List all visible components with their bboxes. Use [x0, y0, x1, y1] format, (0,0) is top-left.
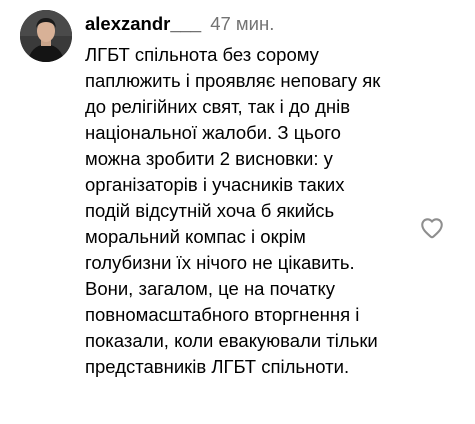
comment-text-line: Вони, загалом, це на початку: [85, 278, 336, 299]
timestamp[interactable]: 47 мин.: [210, 13, 274, 35]
comment-text-line: ЛГБТ спільнота без сорому: [85, 44, 319, 65]
avatar-photo: [20, 10, 72, 62]
comment-header: alexzandr___ 47 мин.: [85, 13, 274, 39]
avatar[interactable]: [20, 10, 72, 62]
comment-text-line: моральний компас і окрім: [85, 226, 306, 247]
comment-text-line: організаторів і учасників таких: [85, 174, 345, 195]
comment-text-line: повномасштабного вторгнення і: [85, 304, 360, 325]
comment-text-line: паплюжить і проявляє неповагу як: [85, 70, 381, 91]
comment-text-line: представників ЛГБТ спільноти.: [85, 356, 350, 377]
comment-text-line: показали, коли евакуювали тільки: [85, 330, 378, 351]
comment-text-line: подій відсутній хоча б якийсь: [85, 200, 335, 221]
comment-text: ЛГБТ спільнота без сорому паплюжить і пр…: [85, 42, 415, 380]
like-button[interactable]: [419, 215, 445, 241]
comment-text-line: до релігійних свят, так і до днів: [85, 96, 351, 117]
heart-outline-icon: [421, 218, 443, 239]
comment-text-line: можна зробити 2 висновки: у: [85, 148, 333, 169]
username[interactable]: alexzandr___: [85, 13, 201, 35]
comment-text-line: голубизни їх нічого не цікавить.: [85, 252, 355, 273]
comment-text-line: національної жалоби. З цього: [85, 122, 341, 143]
comment: alexzandr___ 47 мин. ЛГБТ спільнота без …: [0, 0, 475, 424]
